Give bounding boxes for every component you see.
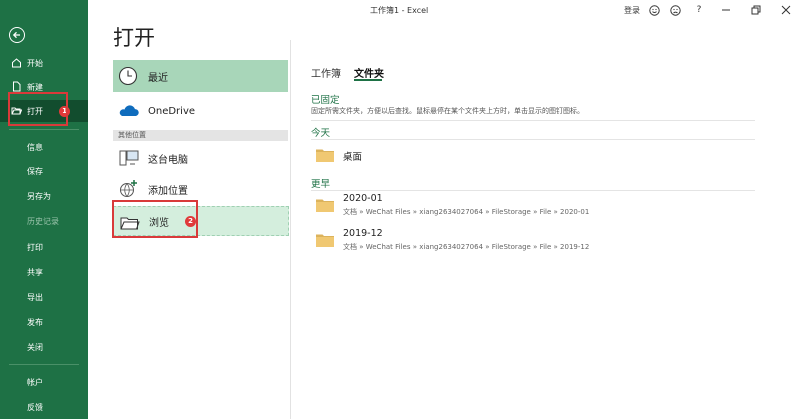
nav-item-feedback[interactable]: 反馈 (0, 396, 88, 418)
nav-item-label: 新建 (27, 82, 43, 92)
nav-item-label: 开始 (27, 58, 43, 68)
nav-item-account[interactable]: 帐户 (0, 371, 88, 393)
nav-item-label: 保存 (27, 166, 43, 176)
nav-item-history: 历史记录 (0, 210, 88, 232)
group-title-pinned: 已固定 (311, 95, 340, 106)
folder-path: 文档 » WeChat Files » xiang2634027064 » Fi… (343, 243, 590, 251)
location-onedrive[interactable]: OneDrive (113, 95, 288, 127)
location-label: 添加位置 (148, 185, 188, 197)
page-title: 打开 (113, 26, 155, 50)
location-label: OneDrive (148, 105, 196, 117)
cloud-icon (119, 105, 139, 116)
nav-item-label: 帐户 (27, 377, 43, 387)
frown-icon[interactable] (668, 3, 682, 17)
group-title-today: 今天 (311, 128, 331, 139)
folder-icon (316, 234, 334, 247)
home-icon (12, 58, 21, 68)
folder-icon (316, 199, 334, 212)
clock-icon (118, 66, 138, 86)
highlight-box (112, 200, 198, 238)
restore-icon[interactable] (749, 3, 763, 17)
nav-item-home[interactable]: 开始 (0, 52, 88, 74)
nav-item-label: 历史记录 (27, 216, 59, 226)
location-this-pc[interactable]: 这台电脑 (113, 142, 288, 174)
column-divider (290, 40, 291, 419)
pinned-description: 固定所需文件夹，方便以后查找。鼠标悬停在某个文件夹上方时，单击显示的图钉图标。 (311, 107, 584, 115)
folder-name[interactable]: 桌面 (343, 149, 362, 163)
active-tab-indicator (354, 79, 382, 81)
computer-icon (119, 150, 139, 166)
nav-item-label: 关闭 (27, 342, 43, 352)
nav-item-info[interactable]: 信息 (0, 136, 88, 158)
smiley-icon[interactable] (647, 3, 661, 17)
nav-item-print[interactable]: 打印 (0, 236, 88, 258)
minimize-icon[interactable] (719, 3, 733, 17)
folder-name[interactable]: 2019-12 (343, 228, 383, 239)
nav-item-label: 另存为 (27, 191, 51, 201)
nav-item-label: 发布 (27, 317, 43, 327)
globe-add-icon (120, 180, 137, 197)
folder-icon (316, 149, 334, 162)
nav-item-label: 共享 (27, 267, 43, 277)
folder-name[interactable]: 2020-01 (343, 193, 383, 204)
tab-folder[interactable]: 文件夹 (354, 65, 384, 80)
nav-divider (9, 129, 79, 130)
backstage-nav: 开始 新建 打开 1 信息 保存 另存为 历史记录 打印 共享 导出 发布 关闭… (0, 0, 88, 419)
nav-item-label: 信息 (27, 142, 43, 152)
help-icon[interactable]: ? (692, 3, 706, 17)
nav-item-publish[interactable]: 发布 (0, 311, 88, 333)
back-arrow-icon[interactable] (9, 27, 25, 43)
nav-item-share[interactable]: 共享 (0, 261, 88, 283)
title-bar: 工作簿1 - Excel 登录 ? (88, 0, 800, 20)
nav-item-label: 导出 (27, 292, 43, 302)
nav-item-save[interactable]: 保存 (0, 160, 88, 182)
new-doc-icon (13, 81, 21, 92)
nav-item-label: 反馈 (27, 402, 43, 412)
close-icon[interactable] (779, 3, 793, 17)
nav-item-close[interactable]: 关闭 (0, 336, 88, 358)
tab-workbook[interactable]: 工作簿 (311, 65, 341, 80)
highlight-box (8, 92, 68, 126)
location-label: 这台电脑 (148, 154, 188, 166)
location-label: 最近 (148, 72, 168, 84)
group-divider (311, 139, 755, 140)
group-title-older: 更早 (311, 179, 331, 190)
window-title: 工作簿1 - Excel (370, 6, 429, 15)
section-other-locations: 其他位置 (113, 130, 288, 141)
group-divider (311, 190, 755, 191)
login-link[interactable]: 登录 (624, 5, 640, 16)
nav-item-label: 打印 (27, 242, 43, 252)
group-divider (311, 120, 755, 121)
nav-divider (9, 364, 79, 365)
folder-path: 文档 » WeChat Files » xiang2634027064 » Fi… (343, 208, 590, 216)
nav-item-save-as[interactable]: 另存为 (0, 185, 88, 207)
nav-item-export[interactable]: 导出 (0, 286, 88, 308)
location-recent[interactable]: 最近 (113, 60, 288, 92)
